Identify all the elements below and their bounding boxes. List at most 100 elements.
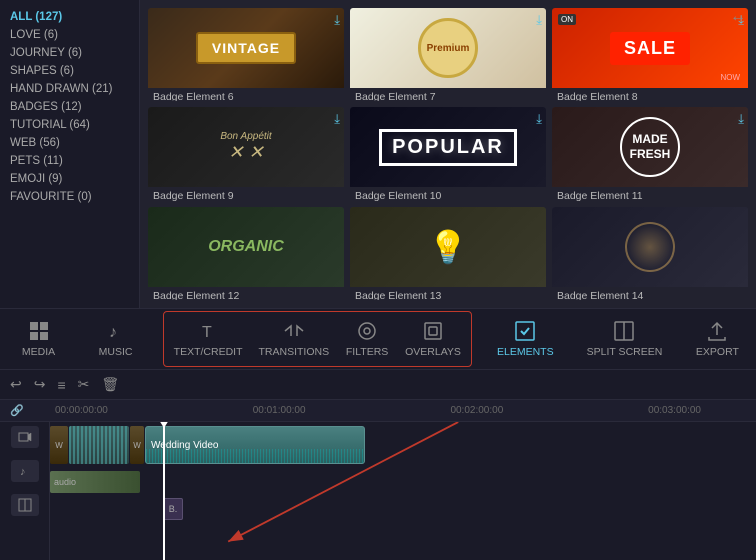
sale-on-label: ON (558, 14, 576, 25)
tool-filters[interactable]: FILTERS (337, 314, 397, 364)
badge-vintage: VINTAGE (196, 32, 296, 64)
label-badge-11: Badge Element 11 (552, 187, 748, 200)
undo-button[interactable]: ↩ (10, 376, 22, 393)
ruler-mark-2: 00:02:00:00 (450, 405, 503, 416)
sidebar-item-all[interactable]: ALL (127) (0, 8, 139, 26)
download-icon-7[interactable]: ⤓ (536, 12, 542, 28)
textcredit-icon: T (197, 320, 219, 342)
sidebar-item-favourite[interactable]: FAVOURITE (0) (0, 188, 139, 206)
splitscreen-icon (613, 320, 635, 342)
badge-premium: Premium (418, 18, 478, 78)
download-icon-6[interactable]: ⤓ (334, 12, 340, 28)
grid-item-badge-9[interactable]: Bon Appétit ✕ ✕ ⤓ Badge Element 9 (148, 107, 344, 200)
badge-sale: SALE (610, 32, 690, 65)
badge-bulb: 💡 (428, 228, 468, 266)
music-icon: ♪ (105, 320, 127, 342)
thumb-badge-14 (552, 207, 748, 287)
clip-small-1: W (50, 426, 68, 464)
track-video-btn[interactable] (11, 426, 39, 448)
badge-fresh: MADEFRESH (620, 117, 680, 177)
sidebar-item-journey[interactable]: JOURNEY (6) (0, 44, 139, 62)
tool-elements-label: ELEMENTS (497, 346, 554, 358)
tool-overlays[interactable]: OVERLAYS (397, 314, 469, 364)
video-track: W W Wedding Video (50, 426, 756, 468)
tool-export-label: EXPORT (696, 346, 739, 358)
back-button[interactable]: ← (730, 8, 746, 26)
tool-textcredit[interactable]: T TEXT/CREDIT (166, 314, 251, 364)
sidebar-item-handdrawn[interactable]: HAND DRAWN (21) (0, 80, 139, 98)
audio-track: audio (50, 471, 756, 495)
elements-icon (514, 320, 536, 342)
download-icon-11[interactable]: ⤓ (738, 111, 744, 127)
grid-item-badge-8[interactable]: ON SALE NOW ⤓ Badge Element 8 (552, 8, 748, 101)
sidebar-item-tutorial[interactable]: TUTORIAL (64) (0, 116, 139, 134)
label-badge-6: Badge Element 6 (148, 88, 344, 101)
grid-item-badge-11[interactable]: MADEFRESH ⤓ Badge Element 11 (552, 107, 748, 200)
content-area: ← VINTAGE ⤓ Badge Element 6 Premium ⤓ Ba… (140, 0, 756, 308)
timeline-ruler: 🔗 00:00:00:00 00:01:00:00 00:02:00:00 00… (0, 400, 756, 422)
thumb-badge-6: VINTAGE ⤓ (148, 8, 344, 88)
download-icon-9[interactable]: ⤓ (334, 111, 340, 127)
grid-item-badge-12[interactable]: ORGANIC Badge Element 12 (148, 207, 344, 300)
tool-textcredit-label: TEXT/CREDIT (174, 346, 243, 358)
export-icon (706, 320, 728, 342)
grid-item-badge-10[interactable]: POPULAR ⤓ Badge Element 10 (350, 107, 546, 200)
sidebar-item-pets[interactable]: PETS (11) (0, 152, 139, 170)
tool-music[interactable]: ♪ MUSIC (86, 314, 146, 364)
sidebar-item-badges[interactable]: BADGES (12) (0, 98, 139, 116)
tool-elements[interactable]: ELEMENTS (489, 314, 562, 364)
tool-media[interactable]: MEDIA (9, 314, 69, 364)
transitions-icon (283, 320, 305, 342)
list-icon[interactable]: ≡ (57, 377, 65, 393)
main-area: ALL (127) LOVE (6) JOURNEY (6) SHAPES (6… (0, 0, 756, 308)
cut-icon[interactable]: ✂ (78, 376, 90, 393)
tool-splitscreen[interactable]: SPLIT SCREEN (579, 314, 671, 364)
timeline-tracks: ♪ W W Wedding (0, 422, 756, 560)
redo-button[interactable]: ↪ (34, 376, 46, 393)
ruler-marks: 00:00:00:00 00:01:00:00 00:02:00:00 00:0… (55, 405, 701, 416)
grid-item-badge-6[interactable]: VINTAGE ⤓ Badge Element 6 (148, 8, 344, 101)
grid-item-badge-7[interactable]: Premium ⤓ Badge Element 7 (350, 8, 546, 101)
sidebar-item-emoji[interactable]: EMOJI (9) (0, 170, 139, 188)
audio-clip: audio (50, 471, 140, 493)
tool-transitions[interactable]: TRANSITIONS (251, 314, 338, 364)
download-icon-10[interactable]: ⤓ (536, 111, 542, 127)
tool-filters-label: FILTERS (346, 346, 388, 358)
sidebar-item-web[interactable]: WEB (56) (0, 134, 139, 152)
badge-bon: Bon Appétit ✕ ✕ (220, 131, 271, 163)
thumb-badge-13: 💡 (350, 207, 546, 287)
label-badge-13: Badge Element 13 (350, 287, 546, 300)
delete-icon[interactable]: 🗑 (101, 376, 119, 393)
clip-waveform (146, 449, 364, 463)
tool-export[interactable]: EXPORT (687, 314, 747, 364)
svg-text:T: T (202, 324, 212, 341)
track-overlay-btn[interactable] (11, 494, 39, 516)
label-badge-14: Badge Element 14 (552, 287, 748, 300)
badge-bokeh (625, 222, 675, 272)
thumb-badge-7: Premium ⤓ (350, 8, 546, 88)
ruler-mark-0: 00:00:00:00 (55, 405, 108, 416)
overlays-icon (422, 320, 444, 342)
filters-icon (356, 320, 378, 342)
sidebar-item-shapes[interactable]: SHAPES (6) (0, 62, 139, 80)
thumb-badge-11: MADEFRESH ⤓ (552, 107, 748, 187)
overlay-track: B. (50, 498, 756, 522)
track-audio-btn[interactable]: ♪ (11, 460, 39, 482)
playhead[interactable] (163, 422, 165, 560)
badge-popular: POPULAR (379, 129, 517, 166)
ruler-mark-3: 00:03:00:00 (648, 405, 701, 416)
sidebar-item-love[interactable]: LOVE (6) (0, 26, 139, 44)
overlay-clip[interactable]: B. (163, 498, 183, 520)
tool-media-label: MEDIA (22, 346, 55, 358)
track-content: W W Wedding Video audio (50, 422, 756, 560)
sale-now-label: NOW (720, 73, 740, 82)
grid-item-badge-14[interactable]: Badge Element 14 (552, 207, 748, 300)
grid-item-badge-13[interactable]: 💡 Badge Element 13 (350, 207, 546, 300)
elements-grid: VINTAGE ⤓ Badge Element 6 Premium ⤓ Badg… (140, 0, 756, 308)
tool-overlays-label: OVERLAYS (405, 346, 461, 358)
track-controls: ♪ (0, 422, 50, 560)
main-video-clip[interactable]: Wedding Video (145, 426, 365, 464)
label-badge-7: Badge Element 7 (350, 88, 546, 101)
tool-transitions-label: TRANSITIONS (259, 346, 330, 358)
thumb-badge-10: POPULAR ⤓ (350, 107, 546, 187)
